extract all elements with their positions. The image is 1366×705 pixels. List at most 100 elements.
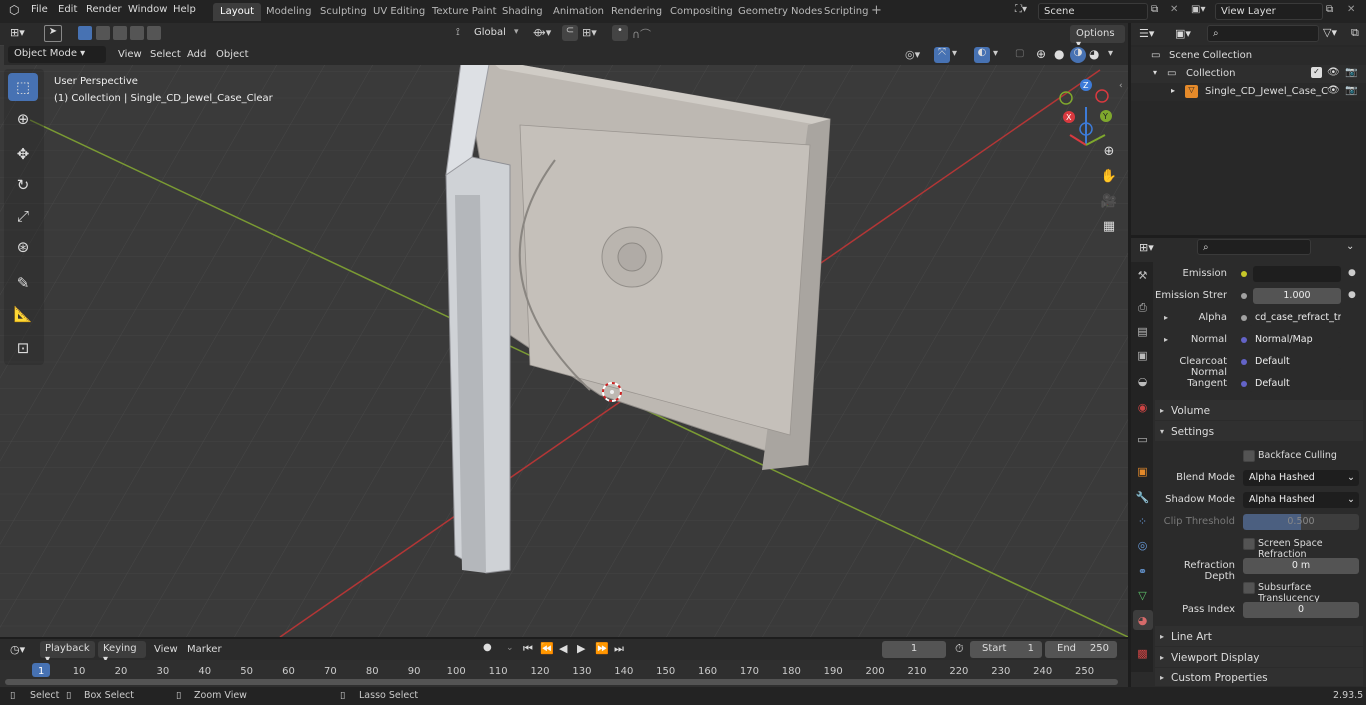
3d-viewport[interactable]: Z X Y Object Mode ▾ View Select Add Obje… — [0, 45, 1128, 637]
editor-type-icon[interactable]: ⊞▾ — [10, 26, 25, 39]
snap-icon[interactable]: ⊂ — [562, 25, 578, 41]
new-collection-icon[interactable]: ⧉ — [1351, 26, 1359, 40]
sss-checkbox[interactable] — [1243, 582, 1255, 594]
select-extend-icon[interactable] — [96, 26, 110, 40]
playback-menu[interactable]: Playback ▾ — [40, 641, 95, 665]
overlay-toggle-icon[interactable]: ◐ — [974, 47, 990, 63]
chevron-right-icon[interactable]: ▸ — [1160, 653, 1164, 662]
select-box-tool-icon[interactable]: ⬚ — [8, 73, 38, 101]
modifier-tab-icon[interactable]: 🔧 — [1135, 490, 1150, 505]
filter-icon[interactable]: ▽▾ — [1323, 26, 1337, 39]
record-icon[interactable]: ● — [483, 642, 492, 653]
clearcoat-normal-field[interactable]: Default — [1249, 354, 1341, 370]
scene-name-field[interactable]: Scene — [1038, 3, 1148, 20]
menu-window[interactable]: Window — [128, 4, 167, 15]
chevron-right-icon[interactable]: ▸ — [1160, 406, 1164, 415]
viewport-display-section-header[interactable]: Viewport Display — [1171, 652, 1259, 664]
view-layer-icon[interactable]: ▣▾ — [1191, 4, 1205, 15]
vector-socket-icon[interactable] — [1241, 337, 1247, 343]
chevron-down-icon[interactable]: ▾ — [952, 48, 957, 59]
eye-icon[interactable]: 👁 — [1327, 85, 1340, 96]
jump-end-icon[interactable]: ⏭ — [614, 642, 624, 656]
timeline-scrollbar[interactable] — [5, 679, 1118, 685]
visibility-icon[interactable]: ◎▾ — [905, 48, 920, 61]
normal-link-field[interactable]: Normal/Map — [1249, 332, 1341, 348]
camera-render-icon[interactable]: 📷 — [1345, 67, 1357, 78]
alpha-link-field[interactable]: cd_case_refract_tran... — [1249, 310, 1341, 326]
add-workspace-icon[interactable]: + — [871, 3, 882, 18]
output-tab-icon[interactable]: ▤ — [1135, 324, 1150, 339]
timeline-editor-icon[interactable]: ◷▾ — [10, 643, 25, 656]
color-socket-icon[interactable] — [1241, 271, 1247, 277]
keyframe-dot-icon[interactable]: ● — [1348, 268, 1356, 278]
tree-row-object[interactable]: ▸ ▽ Single_CD_Jewel_Case_C 👁 📷 — [1131, 83, 1366, 101]
backface-culling-checkbox[interactable] — [1243, 450, 1255, 462]
add-cube-tool-icon[interactable]: ⊡ — [8, 334, 38, 362]
pivot-icon[interactable]: ⟴▾ — [533, 26, 551, 39]
viewport-menu-object[interactable]: Object — [216, 49, 249, 60]
properties-editor-icon[interactable]: ⊞▾ — [1139, 241, 1154, 254]
snap-target-icon[interactable]: ⊞▾ — [582, 26, 597, 39]
tab-scripting[interactable]: Scripting — [817, 3, 875, 21]
select-new-icon[interactable] — [78, 26, 92, 40]
play-reverse-icon[interactable]: ◀ — [559, 642, 567, 655]
timeline-view-menu[interactable]: View — [154, 644, 178, 655]
object-tab-icon[interactable]: ▣ — [1135, 464, 1150, 479]
render-tab-icon[interactable]: ⎙ — [1135, 300, 1150, 315]
tab-animation[interactable]: Animation — [546, 3, 611, 21]
mode-select[interactable]: Object Mode ▾ — [8, 46, 106, 63]
select-tool-icon[interactable]: ➤ — [44, 25, 62, 42]
xray-icon[interactable]: ▢ — [1015, 48, 1024, 59]
tool-tab-icon[interactable]: ⚒ — [1135, 268, 1150, 283]
cursor-tool-icon[interactable]: ⊕ — [8, 105, 38, 133]
chevron-down-icon[interactable]: ▾ — [993, 48, 998, 59]
viewport-menu-select[interactable]: Select — [150, 49, 181, 60]
new-view-layer-icon[interactable]: ⧉ — [1326, 4, 1333, 15]
timeline-marker-menu[interactable]: Marker — [187, 644, 222, 655]
chevron-down-icon[interactable]: ▾ — [1153, 68, 1157, 77]
pan-hand-icon[interactable]: ✋ — [1098, 165, 1120, 187]
ssr-checkbox[interactable] — [1243, 538, 1255, 550]
material-tab-icon[interactable]: ◕ — [1135, 613, 1150, 628]
chevron-right-icon[interactable]: ▸ — [1160, 632, 1164, 641]
exclude-checkbox[interactable]: ✓ — [1311, 67, 1322, 78]
viewport-menu-view[interactable]: View — [118, 49, 142, 60]
chevron-down-icon[interactable]: ▾ — [1160, 427, 1164, 436]
tab-uv-editing[interactable]: UV Editing — [366, 3, 432, 21]
chevron-down-icon[interactable]: ▾ — [1108, 48, 1113, 59]
chevron-down-icon[interactable]: ⌄ — [1346, 241, 1354, 252]
start-frame-field[interactable]: Start 1 — [970, 641, 1042, 658]
play-icon[interactable]: ▶ — [577, 642, 585, 655]
texture-tab-icon[interactable]: ▩ — [1135, 646, 1150, 661]
tab-sculpting[interactable]: Sculpting — [313, 3, 374, 21]
zoom-icon[interactable]: ⊕ — [1098, 140, 1120, 162]
value-socket-icon[interactable] — [1241, 293, 1247, 299]
wireframe-shading-icon[interactable]: ⊕ — [1036, 47, 1046, 61]
transform-tool-icon[interactable]: ⊛ — [8, 233, 38, 261]
constraints-tab-icon[interactable]: ⚭ — [1135, 564, 1150, 579]
settings-section-header[interactable]: Settings — [1171, 426, 1214, 438]
emission-color-field[interactable] — [1253, 266, 1341, 282]
volume-section-header[interactable]: Volume — [1171, 405, 1210, 417]
menu-help[interactable]: Help — [173, 4, 196, 15]
eye-icon[interactable]: 👁 — [1327, 67, 1340, 78]
tab-geometry-nodes[interactable]: Geometry Nodes — [731, 3, 829, 21]
keying-menu[interactable]: Keying ▾ — [98, 641, 146, 665]
particles-tab-icon[interactable]: ⁘ — [1135, 514, 1150, 529]
tab-layout[interactable]: Layout — [213, 3, 261, 21]
camera-render-icon[interactable]: 📷 — [1345, 85, 1357, 96]
select-invert-icon[interactable] — [130, 26, 144, 40]
select-intersect-icon[interactable] — [147, 26, 161, 40]
shadow-mode-select[interactable]: Alpha Hashed ⌄ — [1243, 492, 1359, 508]
pass-index-field[interactable]: 0 — [1243, 602, 1359, 618]
chevron-right-icon[interactable]: ▸ — [1171, 86, 1175, 95]
data-tab-icon[interactable]: ▽ — [1135, 588, 1150, 603]
view-layer-tab-icon[interactable]: ▣ — [1135, 348, 1150, 363]
delete-view-layer-icon[interactable]: ✕ — [1347, 4, 1355, 15]
world-tab-icon[interactable]: ◉ — [1135, 400, 1150, 415]
material-shading-icon[interactable]: ◑ — [1070, 47, 1086, 63]
viewport-menu-add[interactable]: Add — [187, 49, 206, 60]
value-socket-icon[interactable] — [1241, 315, 1247, 321]
new-scene-icon[interactable]: ⧉ — [1151, 4, 1158, 15]
prev-keyframe-icon[interactable]: ⏪ — [540, 642, 554, 655]
